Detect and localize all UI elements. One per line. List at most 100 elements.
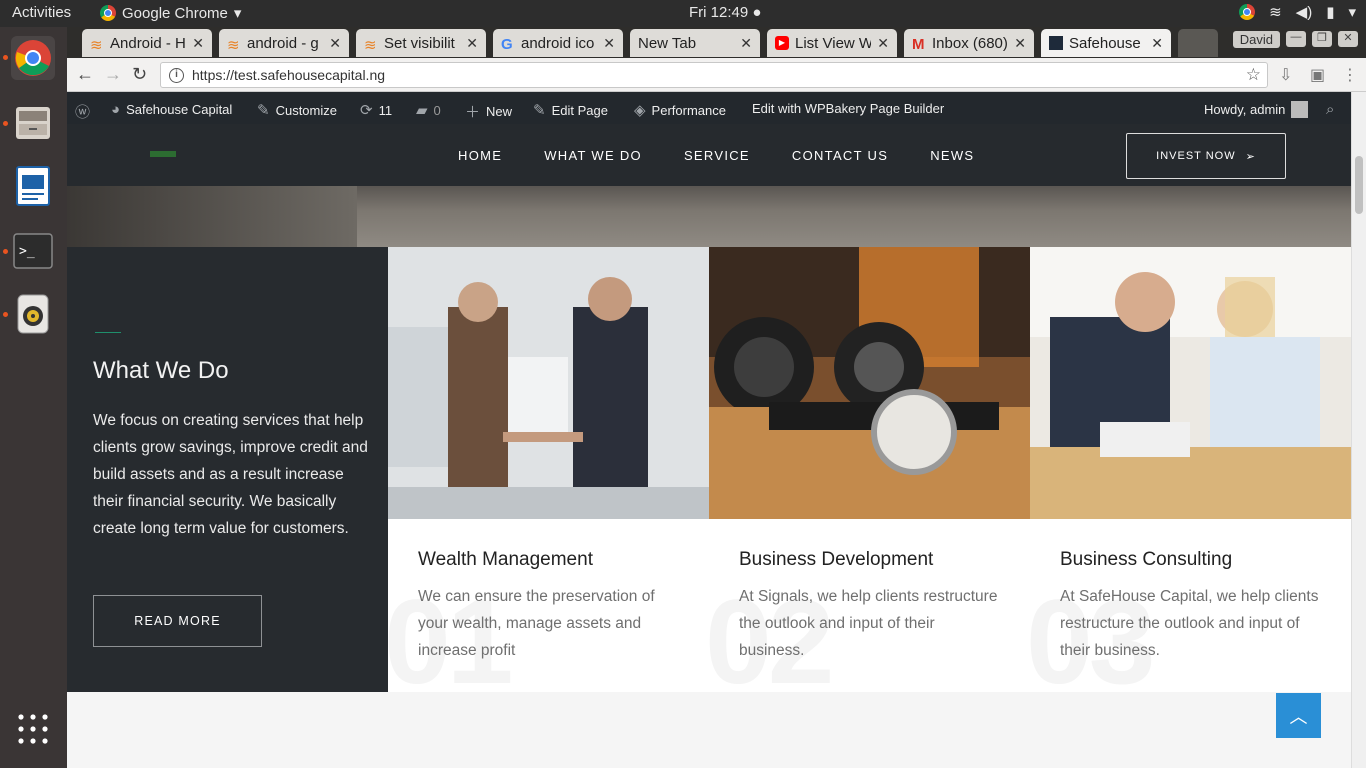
- service-card: 02 Business Development At Signals, we h…: [709, 247, 1030, 692]
- app-menu[interactable]: Google Chrome ▾: [100, 4, 241, 22]
- wp-account-link[interactable]: Howdy, admin: [1204, 101, 1309, 118]
- address-bar[interactable]: i https://test.safehousecapital.ng ☆: [160, 62, 1268, 88]
- wp-admin-bar: ⓦ ◕ Safehouse Capital ✎ Customize ⟳ 11 ▰…: [67, 92, 1351, 124]
- site-logo[interactable]: [150, 151, 176, 157]
- files-launcher[interactable]: [11, 101, 55, 145]
- terminal-launcher[interactable]: >_: [11, 229, 55, 273]
- nav-item-what-we-do[interactable]: WHAT WE DO: [544, 148, 642, 163]
- brush-icon: ✎: [257, 102, 270, 119]
- wp-new-link[interactable]: ＋ New: [465, 101, 512, 122]
- wp-customize-link[interactable]: ✎ Customize: [257, 101, 337, 119]
- activities-button[interactable]: Activities: [12, 4, 71, 21]
- wp-edit-page-label: Edit Page: [551, 102, 608, 118]
- tab-title: Android - H: [110, 34, 186, 52]
- nav-item-news[interactable]: NEWS: [930, 148, 974, 163]
- clock[interactable]: Fri 12:49 ●: [689, 4, 761, 21]
- paper-plane-icon: ➢: [1245, 150, 1256, 163]
- site-icon: [1049, 36, 1063, 50]
- star-icon[interactable]: ☆: [1246, 65, 1261, 85]
- tab[interactable]: ≋ Android - H ✕: [82, 29, 212, 57]
- close-icon[interactable]: ✕: [740, 35, 752, 52]
- back-icon[interactable]: ←: [76, 64, 94, 85]
- updates-icon: ⟳: [360, 102, 373, 119]
- minimize-icon[interactable]: —: [1286, 31, 1306, 47]
- hero-image: [67, 186, 1351, 247]
- browser-toolbar: ← → ↻ i https://test.safehousecapital.ng…: [67, 58, 1366, 92]
- plus-icon: ＋: [465, 104, 481, 121]
- tab[interactable]: New Tab ✕: [630, 29, 760, 57]
- wp-updates-count: 11: [378, 102, 393, 118]
- section-title: What We Do: [93, 357, 229, 384]
- tab-title: android ico: [521, 34, 595, 52]
- app-menu-label: Google Chrome: [122, 4, 228, 22]
- show-apps-button[interactable]: [11, 707, 55, 751]
- camera-watch-photo: [709, 247, 1030, 519]
- forward-icon[interactable]: →: [104, 64, 122, 85]
- close-icon[interactable]: ✕: [877, 35, 889, 52]
- wp-new-label: New: [486, 104, 513, 119]
- nav-item-service[interactable]: SERVICE: [684, 148, 750, 163]
- main-menu: HOME WHAT WE DO SERVICE CONTACT US NEWS: [458, 148, 974, 163]
- tab-title: Safehouse: [1069, 34, 1141, 52]
- tab[interactable]: M Inbox (680) ✕: [904, 29, 1034, 57]
- scroll-to-top-button[interactable]: ︿: [1276, 693, 1321, 738]
- tab-active[interactable]: Safehouse ✕: [1041, 29, 1171, 57]
- wp-comments-link[interactable]: ▰ 0: [416, 101, 441, 119]
- close-icon[interactable]: ✕: [192, 35, 204, 52]
- card-title: Business Consulting: [1060, 549, 1233, 570]
- invest-now-label: INVEST NOW: [1156, 150, 1236, 162]
- chrome-tray-icon[interactable]: [1239, 4, 1256, 20]
- profile-button[interactable]: David: [1232, 31, 1280, 48]
- tab[interactable]: ≋ android - g ✕: [219, 29, 349, 57]
- section-description: We focus on creating services that help …: [93, 412, 368, 537]
- accent-divider: [95, 332, 121, 333]
- close-icon[interactable]: ✕: [329, 35, 341, 52]
- read-more-button[interactable]: READ MORE: [93, 595, 262, 647]
- wp-updates-link[interactable]: ⟳ 11: [360, 101, 392, 119]
- wp-site-link[interactable]: ◕ Safehouse Capital: [111, 101, 232, 118]
- performance-icon: ◈: [634, 102, 646, 119]
- site-header: HOME WHAT WE DO SERVICE CONTACT US NEWS …: [67, 124, 1351, 186]
- card-title: Wealth Management: [418, 549, 593, 570]
- wp-wpbakery-link[interactable]: Edit with WPBakery Page Builder: [752, 101, 944, 116]
- wp-edit-page-link[interactable]: ✎ Edit Page: [533, 101, 608, 119]
- extension-icon[interactable]: ▣: [1310, 65, 1325, 85]
- scrollbar[interactable]: [1351, 92, 1366, 768]
- close-icon[interactable]: ✕: [466, 35, 478, 52]
- battery-icon: ▮: [1326, 4, 1335, 21]
- info-icon[interactable]: i: [169, 67, 184, 83]
- chrome-launcher[interactable]: [11, 36, 55, 80]
- nav-item-home[interactable]: HOME: [458, 148, 502, 163]
- tab-strip: ≋ Android - H ✕ ≋ android - g ✕ ≋ Set vi…: [67, 27, 1366, 58]
- rhythmbox-launcher[interactable]: [11, 292, 55, 336]
- card-title: Business Development: [739, 549, 934, 570]
- search-icon[interactable]: ⌕: [1326, 101, 1334, 118]
- chevron-down-icon: ▾: [1348, 4, 1356, 21]
- close-icon[interactable]: ✕: [1338, 31, 1358, 47]
- wp-performance-label: Performance: [651, 102, 726, 118]
- close-icon[interactable]: ✕: [603, 35, 615, 52]
- close-icon[interactable]: ✕: [1151, 35, 1163, 52]
- tab[interactable]: ▶ List View W ✕: [767, 29, 897, 57]
- close-icon[interactable]: ✕: [1014, 35, 1026, 52]
- tab[interactable]: ≋ Set visibilit ✕: [356, 29, 486, 57]
- file-cabinet-icon: [16, 107, 50, 139]
- scrollbar-thumb[interactable]: [1355, 156, 1363, 214]
- system-tray[interactable]: ≋ ◀) ▮ ▾: [1239, 3, 1356, 21]
- wp-comments-count: 0: [433, 102, 441, 118]
- menu-icon[interactable]: ⋮: [1342, 65, 1358, 85]
- tab-title: New Tab: [638, 34, 697, 52]
- writer-launcher[interactable]: [11, 164, 55, 208]
- wp-wpbakery-label: Edit with WPBakery Page Builder: [752, 101, 945, 116]
- invest-now-button[interactable]: INVEST NOW ➢: [1126, 133, 1286, 179]
- tab[interactable]: G android ico ✕: [493, 29, 623, 57]
- nav-item-contact-us[interactable]: CONTACT US: [792, 148, 888, 163]
- maximize-icon[interactable]: ❐: [1312, 31, 1332, 47]
- download-icon[interactable]: ⇩: [1279, 65, 1292, 85]
- reload-icon[interactable]: ↻: [132, 64, 147, 85]
- wordpress-icon[interactable]: ⓦ: [75, 101, 90, 122]
- wp-performance-link[interactable]: ◈ Performance: [634, 101, 726, 119]
- stackoverflow-icon: ≋: [90, 37, 103, 54]
- card-text: At Signals, we help clients restructure …: [739, 588, 998, 659]
- new-tab-button[interactable]: [1178, 29, 1218, 57]
